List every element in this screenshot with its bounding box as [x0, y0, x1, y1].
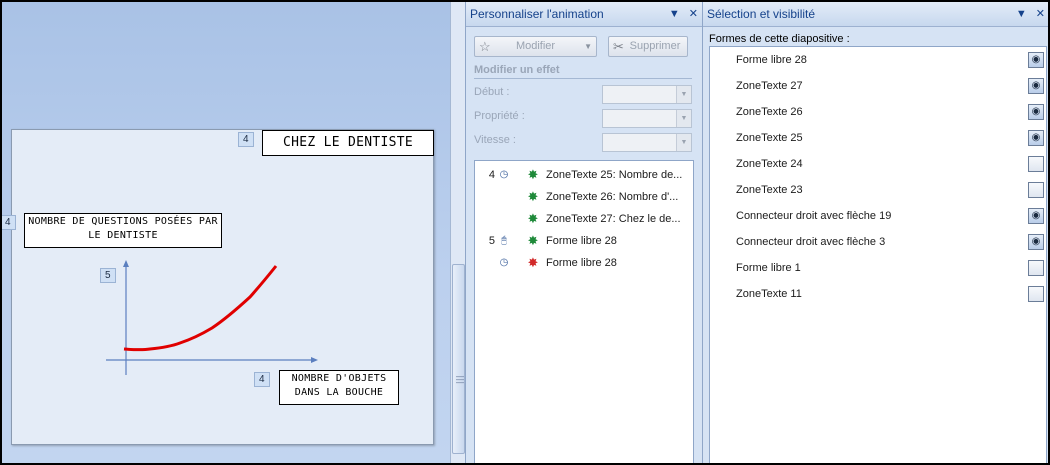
- visibility-toggle-empty[interactable]: [1028, 260, 1044, 276]
- visibility-toggle-empty[interactable]: [1028, 182, 1044, 198]
- x-axis-arrowhead: [311, 357, 318, 363]
- animation-item[interactable]: 4 ◷ ✸ ZoneTexte 25: Nombre de...: [475, 164, 693, 186]
- eye-icon[interactable]: ◉: [1028, 104, 1044, 120]
- eye-icon[interactable]: ◉: [1028, 234, 1044, 250]
- growth-curve: [123, 265, 278, 352]
- shape-item[interactable]: ZoneTexte 25 ◉: [710, 126, 1046, 152]
- entrance-star-icon: ✸: [527, 233, 539, 248]
- shape-item[interactable]: Forme libre 1: [710, 256, 1046, 282]
- shape-item[interactable]: Connecteur droit avec flèche 19 ◉: [710, 204, 1046, 230]
- slide-canvas[interactable]: 4 Chez le dentiste 4 Nombre de questions…: [2, 129, 434, 445]
- shape-item[interactable]: ZoneTexte 24: [710, 152, 1046, 178]
- grip-icon: — — —: [456, 372, 464, 387]
- chevron-down-icon: ▼: [676, 86, 691, 103]
- speed-select[interactable]: ▼: [602, 133, 692, 152]
- start-label: Début :: [474, 86, 510, 98]
- shape-item[interactable]: ZoneTexte 26 ◉: [710, 100, 1046, 126]
- speed-label: Vitesse :: [474, 134, 516, 146]
- x-axis-label-box[interactable]: Nombre d'objets dans la bouche: [279, 370, 399, 405]
- animation-item[interactable]: 5 🖰 ✸ Forme libre 28: [475, 230, 693, 252]
- shape-item[interactable]: Forme libre 28 ◉: [710, 48, 1046, 74]
- animation-order-tag[interactable]: 4: [254, 372, 270, 387]
- property-label: Propriété :: [474, 110, 525, 122]
- selection-visibility-pane: Sélection et visibilité ▼ ✕ Formes de ce…: [702, 2, 1048, 463]
- pane-title: Personnaliser l'animation: [470, 7, 604, 21]
- close-icon[interactable]: ✕: [689, 8, 698, 20]
- chevron-down-icon: ▼: [584, 42, 592, 51]
- eye-icon[interactable]: ◉: [1028, 208, 1044, 224]
- property-select[interactable]: ▼: [602, 109, 692, 128]
- shapes-list: Forme libre 28 ◉ ZoneTexte 27 ◉ ZoneText…: [709, 46, 1047, 463]
- eye-icon[interactable]: ◉: [1028, 52, 1044, 68]
- entrance-star-icon: ✸: [527, 211, 539, 226]
- pane-title-bar: Sélection et visibilité ▼ ✕: [703, 2, 1048, 27]
- visibility-toggle-empty[interactable]: [1028, 286, 1044, 302]
- modify-effect-heading: Modifier un effet: [474, 64, 560, 76]
- animation-item[interactable]: ✸ ZoneTexte 26: Nombre d'...: [475, 186, 693, 208]
- chevron-down-icon: ▼: [676, 110, 691, 127]
- shape-item[interactable]: Connecteur droit avec flèche 3 ◉: [710, 230, 1046, 256]
- powerpoint-window: 4 Chez le dentiste 4 Nombre de questions…: [2, 2, 1048, 463]
- pane-title-bar: Personnaliser l'animation ▼ ✕: [466, 2, 702, 27]
- divider: [474, 78, 692, 79]
- slide-editing-area: 4 Chez le dentiste 4 Nombre de questions…: [2, 2, 450, 463]
- animation-item[interactable]: ◷ ✸ Forme libre 28: [475, 252, 693, 274]
- scrollbar-thumb[interactable]: — — —: [452, 264, 465, 454]
- y-axis-arrowhead: [123, 260, 129, 267]
- visibility-toggle-empty[interactable]: [1028, 156, 1044, 172]
- custom-animation-pane: Personnaliser l'animation ▼ ✕ ☆ Modifier…: [465, 2, 702, 463]
- shape-item[interactable]: ZoneTexte 11: [710, 282, 1046, 308]
- mouse-icon: 🖰: [501, 235, 507, 246]
- pane-title: Sélection et visibilité: [707, 7, 816, 21]
- eye-icon[interactable]: ◉: [1028, 130, 1044, 146]
- slide-vertical-scrollbar[interactable]: — — —: [450, 2, 466, 463]
- animation-list: 4 ◷ ✸ ZoneTexte 25: Nombre de... ✸ ZoneT…: [474, 160, 694, 463]
- shape-item[interactable]: ZoneTexte 23: [710, 178, 1046, 204]
- shape-item[interactable]: ZoneTexte 27 ◉: [710, 74, 1046, 100]
- clock-icon: ◷: [499, 257, 509, 268]
- animation-item[interactable]: ✸ ZoneTexte 27: Chez le de...: [475, 208, 693, 230]
- exit-star-icon: ✸: [527, 255, 539, 270]
- x-axis-label-text: Nombre d'objets dans la bouche: [291, 373, 387, 398]
- delete-effect-button[interactable]: ✂ Supprimer: [608, 36, 688, 57]
- eye-icon[interactable]: ◉: [1028, 78, 1044, 94]
- chevron-down-icon: ▼: [676, 134, 691, 151]
- pane-menu-icon[interactable]: ▼: [1016, 8, 1027, 20]
- shapes-list-label: Formes de cette diapositive :: [709, 33, 850, 45]
- clock-icon: ◷: [499, 169, 509, 180]
- entrance-star-icon: ✸: [527, 167, 539, 182]
- start-select[interactable]: ▼: [602, 85, 692, 104]
- modify-effect-button[interactable]: ☆ Modifier ▼: [474, 36, 597, 57]
- pane-menu-icon[interactable]: ▼: [669, 8, 680, 20]
- entrance-star-icon: ✸: [527, 189, 539, 204]
- close-icon[interactable]: ✕: [1036, 8, 1045, 20]
